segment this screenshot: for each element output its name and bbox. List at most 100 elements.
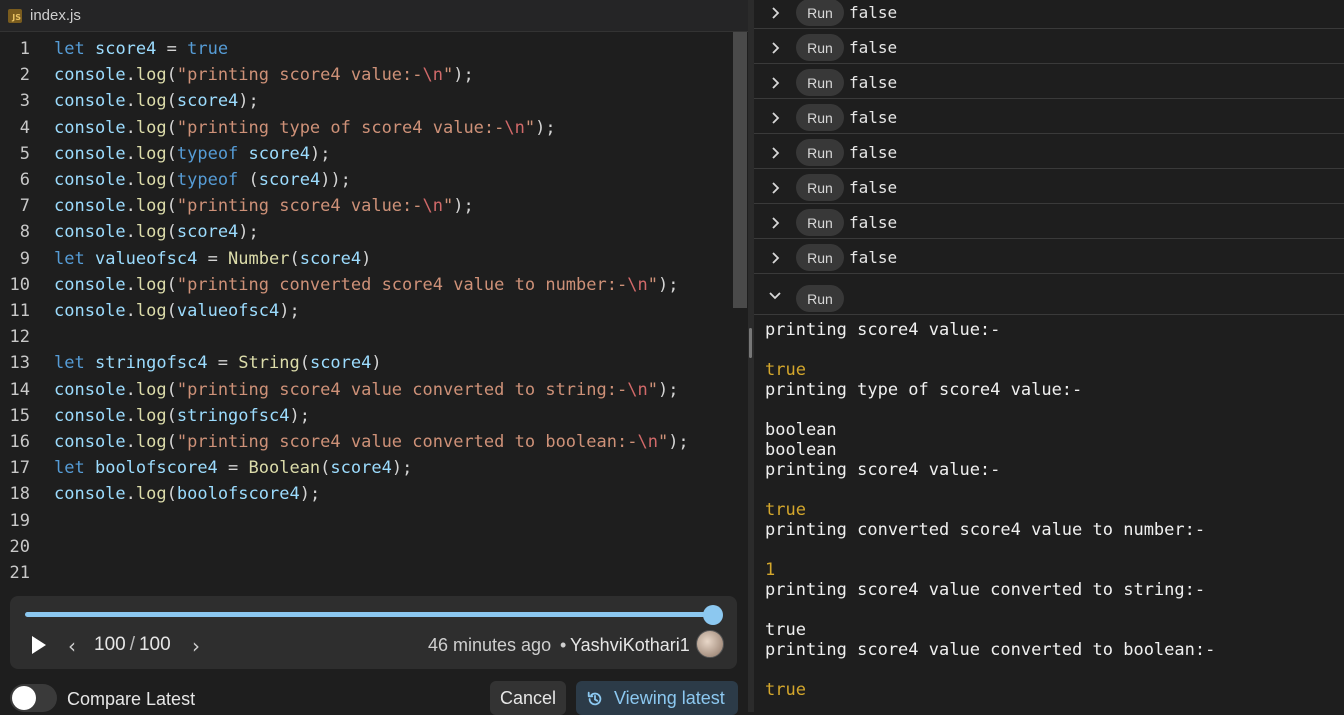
- console-output-line: printing score4 value:-: [765, 460, 1001, 480]
- line-number: 15: [9, 405, 30, 426]
- code-text: console.log("printing type of score4 val…: [54, 117, 556, 138]
- run-button[interactable]: Run: [796, 0, 844, 26]
- author-name[interactable]: YashviKothari1: [570, 635, 690, 656]
- code-line[interactable]: 7 console.log("printing score4 value:-\n"…: [0, 193, 740, 219]
- code-text: console.log(score4);: [54, 91, 259, 112]
- chevron-right-icon[interactable]: [768, 76, 782, 90]
- run-button[interactable]: Run: [796, 285, 844, 312]
- code-line[interactable]: 20: [0, 534, 740, 560]
- run-button[interactable]: Run: [796, 104, 844, 131]
- console-output-line: printing score4 value converted to boole…: [765, 640, 1216, 660]
- run-button[interactable]: Run: [796, 139, 844, 166]
- code-text: console.log(typeof (score4));: [54, 170, 351, 190]
- console-output-line: boolean: [765, 420, 837, 440]
- run-entry-expanded[interactable]: Run: [754, 274, 1344, 315]
- code-line[interactable]: 19: [0, 508, 740, 534]
- code-line[interactable]: 2 console.log("printing score4 value:-\n"…: [0, 62, 740, 88]
- toggle-knob[interactable]: [12, 686, 36, 710]
- pane-resize-handle[interactable]: [749, 328, 752, 358]
- code-line[interactable]: 18 console.log(boolofscore4);: [0, 481, 740, 507]
- code-line[interactable]: 8 console.log(score4);: [0, 219, 740, 245]
- cancel-button[interactable]: Cancel: [490, 681, 566, 715]
- console-pane: Run false Run false Run false Run false Run false…: [754, 0, 1344, 712]
- code-line[interactable]: 4 console.log("printing type of score4 va…: [0, 115, 740, 141]
- history-slider-track[interactable]: [25, 612, 713, 617]
- console-output-line: true: [765, 360, 806, 380]
- console-output-line: printing score4 value:-: [765, 320, 1001, 340]
- version-total: 100: [138, 634, 171, 655]
- line-number: 3: [19, 91, 30, 112]
- run-result: false: [849, 143, 898, 162]
- chevron-right-icon[interactable]: [768, 111, 782, 125]
- code-text: console.log(typeof score4);: [54, 143, 331, 164]
- run-entry[interactable]: Run false: [754, 204, 1344, 239]
- chevron-right-icon[interactable]: ›: [192, 634, 200, 658]
- play-icon[interactable]: [32, 636, 46, 654]
- code-line[interactable]: 10 console.log("printing converted score4…: [0, 272, 740, 298]
- run-result: false: [849, 108, 898, 127]
- run-entry[interactable]: Run false: [754, 0, 1344, 29]
- chevron-right-icon[interactable]: [768, 6, 782, 20]
- history-slider-thumb[interactable]: [703, 605, 723, 625]
- code-line[interactable]: 16 console.log("printing score4 value con…: [0, 429, 740, 455]
- line-number: 17: [9, 458, 30, 479]
- chevron-right-icon[interactable]: [768, 181, 782, 195]
- run-entry[interactable]: Run false: [754, 64, 1344, 99]
- run-button[interactable]: Run: [796, 34, 844, 61]
- code-editor[interactable]: 1 let score4 = true 2 console.log("printing…: [0, 36, 748, 582]
- avatar[interactable]: [696, 630, 724, 658]
- code-line[interactable]: 3 console.log(score4);: [0, 88, 740, 114]
- console-output-line: 1: [765, 560, 776, 580]
- bullet-separator: •: [560, 635, 567, 655]
- code-line[interactable]: 5 console.log(typeof score4);: [0, 141, 740, 167]
- run-entry[interactable]: Run false: [754, 239, 1344, 274]
- run-button[interactable]: Run: [796, 209, 844, 236]
- chevron-right-icon[interactable]: [768, 41, 782, 55]
- run-button[interactable]: Run: [796, 244, 844, 271]
- editor-scrollbar[interactable]: [733, 32, 747, 308]
- chevron-left-icon[interactable]: ‹: [68, 634, 76, 658]
- line-number: 12: [9, 327, 30, 348]
- code-text: console.log("printing score4 value conve…: [54, 379, 679, 400]
- code-text: console.log(boolofscore4);: [54, 484, 321, 505]
- code-line[interactable]: 1 let score4 = true: [0, 36, 740, 62]
- line-number: 1: [19, 39, 30, 59]
- code-line[interactable]: 13 let stringofsc4 = String(score4): [0, 350, 740, 376]
- run-entry[interactable]: Run false: [754, 29, 1344, 64]
- line-number: 19: [9, 510, 30, 531]
- chevron-right-icon[interactable]: [768, 146, 782, 160]
- console-output-line: printing score4 value converted to strin…: [765, 580, 1206, 600]
- code-text: console.log("printing score4 value:-\n")…: [54, 196, 474, 217]
- run-entry[interactable]: Run false: [754, 99, 1344, 134]
- run-entry[interactable]: Run false: [754, 134, 1344, 169]
- chevron-right-icon[interactable]: [768, 251, 782, 265]
- tab-bar: JS index.js: [0, 0, 748, 32]
- tab-file-name: index.js: [30, 7, 81, 24]
- code-text: let boolofscore4 = Boolean(score4);: [54, 458, 413, 479]
- code-text: let score4 = true: [54, 39, 229, 59]
- version-separator: /: [129, 634, 135, 655]
- run-result: false: [849, 73, 898, 92]
- code-text: console.log(valueofsc4);: [54, 301, 300, 321]
- run-result: false: [849, 178, 898, 197]
- run-result: false: [849, 38, 898, 57]
- code-line[interactable]: 12: [0, 324, 740, 350]
- tab-index-js[interactable]: JS index.js: [0, 0, 81, 31]
- code-line[interactable]: 17 let boolofscore4 = Boolean(score4);: [0, 455, 740, 481]
- line-number: 9: [19, 248, 30, 269]
- console-output-line: printing converted score4 value to numbe…: [765, 520, 1206, 540]
- code-line[interactable]: 6 console.log(typeof (score4));: [0, 167, 740, 193]
- run-button[interactable]: Run: [796, 174, 844, 201]
- chevron-down-icon[interactable]: [768, 288, 782, 302]
- line-number: 6: [19, 170, 30, 190]
- code-line[interactable]: 14 console.log("printing score4 value con…: [0, 377, 740, 403]
- code-line[interactable]: 21: [0, 560, 740, 582]
- code-line[interactable]: 15 console.log(stringofsc4);: [0, 403, 740, 429]
- run-button[interactable]: Run: [796, 69, 844, 96]
- run-entry[interactable]: Run false: [754, 169, 1344, 204]
- console-output-line: boolean: [765, 440, 837, 460]
- line-number: 13: [9, 353, 30, 374]
- code-line[interactable]: 9 let valueofsc4 = Number(score4): [0, 246, 740, 272]
- code-line[interactable]: 11 console.log(valueofsc4);: [0, 298, 740, 324]
- chevron-right-icon[interactable]: [768, 216, 782, 230]
